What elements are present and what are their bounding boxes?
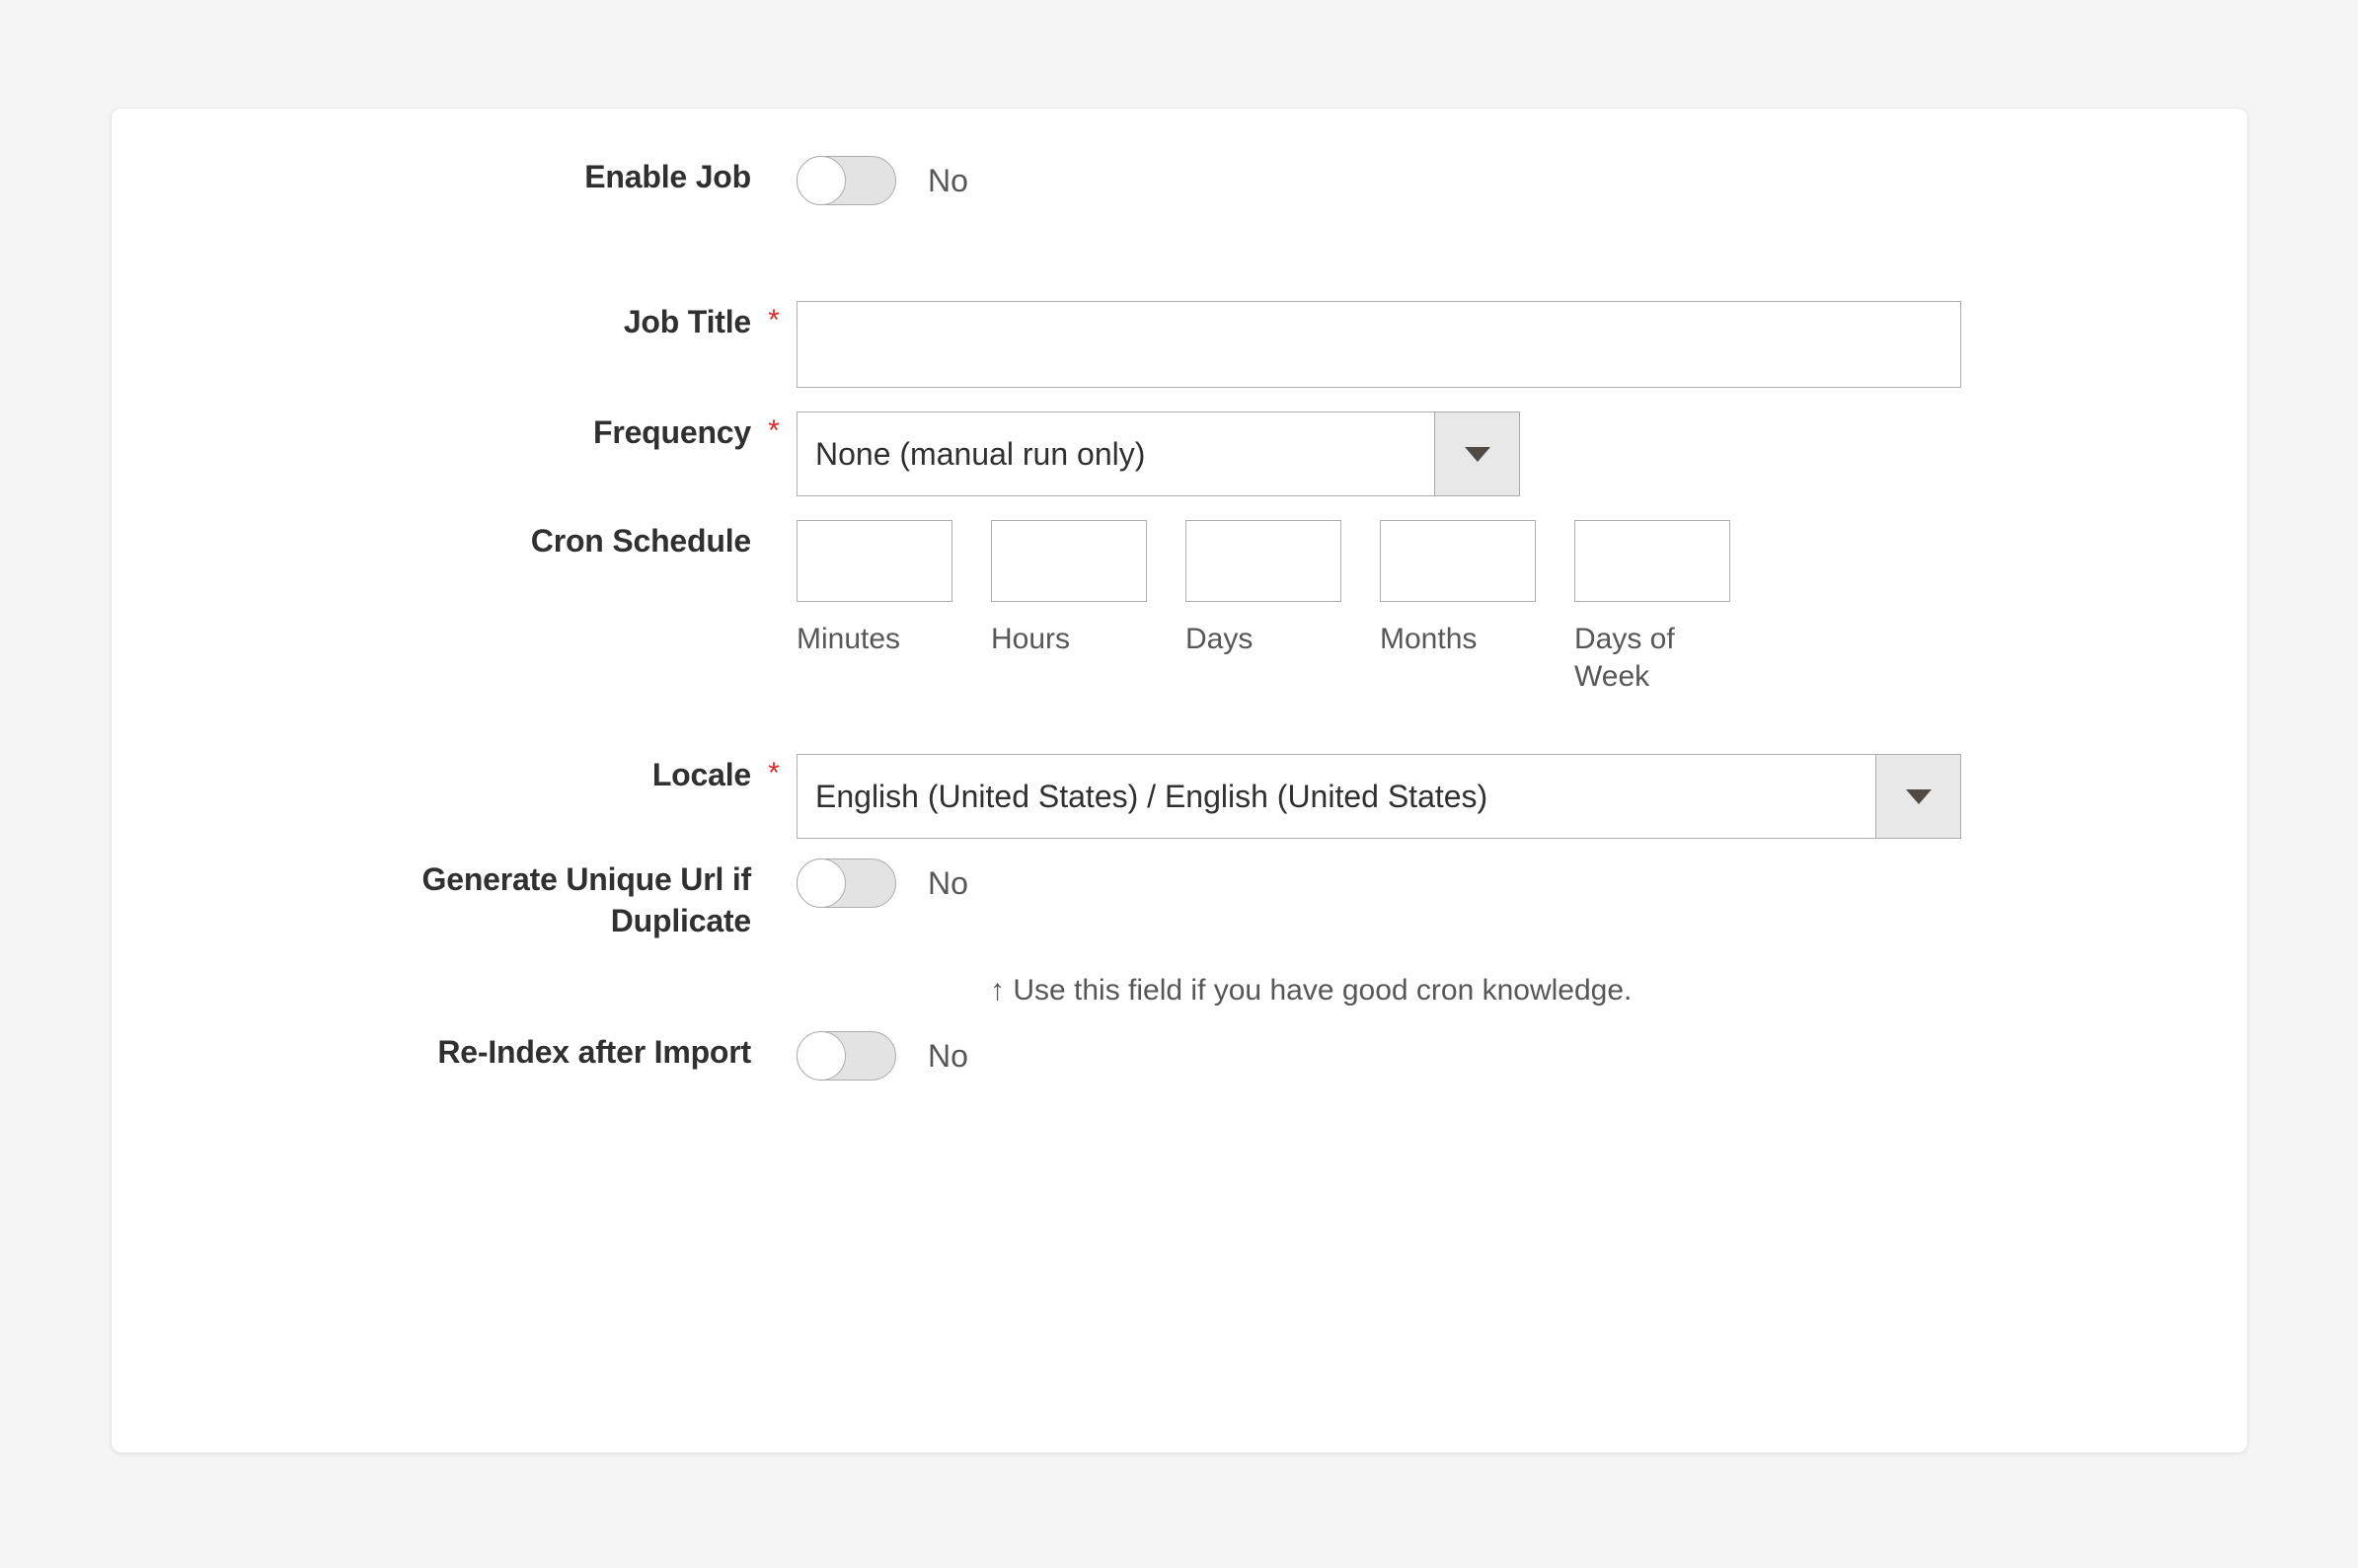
- cron-schedule-inputs: Minutes Hours Days Months Days of Week: [797, 520, 1730, 697]
- frequency-required-marker: *: [768, 414, 780, 447]
- enable-job-required-marker: *: [751, 156, 797, 195]
- reindex-after-import-toggle-row: No: [797, 1031, 968, 1081]
- generate-unique-url-toggle-state: No: [928, 865, 968, 901]
- cron-days-caption: Days: [1185, 623, 1254, 655]
- job-title-label: Job Title: [623, 304, 751, 339]
- job-title-label-column: Job Title: [112, 301, 751, 342]
- enable-job-toggle-row: No: [797, 156, 968, 205]
- cron-field-months: Months: [1380, 520, 1536, 697]
- job-title-field: [797, 301, 1961, 388]
- enable-job-toggle[interactable]: [797, 156, 896, 205]
- chevron-down-icon: [1905, 788, 1932, 804]
- locale-dropdown-button[interactable]: [1875, 755, 1960, 838]
- toggle-knob-icon: [797, 156, 846, 205]
- job-title-input[interactable]: [797, 301, 1961, 388]
- reindex-after-import-toggle[interactable]: [797, 1031, 896, 1081]
- cron-months-input[interactable]: [1380, 520, 1536, 602]
- enable-job-label: Enable Job: [584, 159, 751, 194]
- locale-required-marker: *: [768, 757, 780, 789]
- generate-unique-url-label: Generate Unique Url if Duplicate: [421, 861, 752, 939]
- locale-label: Locale: [651, 757, 751, 792]
- generate-unique-url-toggle-row: No: [797, 859, 968, 908]
- enable-job-field: No: [797, 156, 968, 205]
- locale-select[interactable]: English (United States) / English (Unite…: [797, 754, 1961, 839]
- locale-label-column: Locale: [112, 754, 751, 795]
- cron-schedule-field: Minutes Hours Days Months Days of Week: [797, 520, 1730, 697]
- reindex-after-import-label-column: Re-Index after Import: [112, 1031, 751, 1073]
- cron-days-input[interactable]: [1185, 520, 1341, 602]
- generate-unique-url-field: No: [797, 859, 968, 908]
- enable-job-label-column: Enable Job: [112, 156, 751, 197]
- cron-schedule-note: ↑ Use this field if you have good cron k…: [990, 974, 1633, 1007]
- generate-unique-url-label-column: Generate Unique Url if Duplicate: [112, 859, 752, 941]
- cron-hours-input[interactable]: [991, 520, 1147, 602]
- cron-minutes-input[interactable]: [797, 520, 952, 602]
- cron-field-minutes: Minutes: [797, 520, 952, 697]
- cron-field-days-of-week: Days of Week: [1574, 520, 1730, 697]
- form-row-generate-unique-url: Generate Unique Url if Duplicate * No: [112, 859, 2247, 941]
- cron-days-of-week-caption: Days of Week: [1574, 623, 1675, 694]
- cron-schedule-required-marker: *: [751, 520, 797, 560]
- reindex-after-import-label: Re-Index after Import: [437, 1034, 751, 1070]
- reindex-after-import-toggle-state: No: [928, 1038, 968, 1074]
- job-settings-card: Enable Job * No Job Title *: [112, 109, 2247, 1453]
- frequency-select[interactable]: None (manual run only): [797, 411, 1520, 496]
- cron-months-caption: Months: [1380, 623, 1478, 655]
- cron-field-days: Days: [1185, 520, 1341, 697]
- cron-schedule-label-column: Cron Schedule: [112, 520, 751, 561]
- page-root: Enable Job * No Job Title *: [0, 0, 2358, 1568]
- locale-field: English (United States) / English (Unite…: [797, 754, 1961, 839]
- form-row-reindex-after-import: Re-Index after Import * No: [112, 1031, 2247, 1081]
- cron-field-hours: Hours: [991, 520, 1147, 697]
- form-row-frequency: Frequency * None (manual run only): [112, 411, 2247, 496]
- toggle-knob-icon: [797, 1031, 846, 1081]
- cron-minutes-caption: Minutes: [797, 623, 901, 655]
- enable-job-toggle-state: No: [928, 163, 968, 198]
- reindex-after-import-required-marker: *: [751, 1031, 797, 1071]
- frequency-label: Frequency: [592, 414, 751, 450]
- locale-selected-value: English (United States) / English (Unite…: [815, 778, 1488, 814]
- cron-days-of-week-input[interactable]: [1574, 520, 1730, 602]
- generate-unique-url-toggle[interactable]: [797, 859, 896, 908]
- generate-unique-url-required-marker: *: [751, 859, 797, 898]
- frequency-field: None (manual run only): [797, 411, 1520, 496]
- reindex-after-import-field: No: [797, 1031, 968, 1081]
- frequency-selected-value: None (manual run only): [815, 435, 1146, 472]
- cron-hours-caption: Hours: [991, 623, 1071, 655]
- toggle-knob-icon: [797, 859, 846, 908]
- form-row-enable-job: Enable Job * No: [112, 156, 2247, 205]
- form-row-job-title: Job Title *: [112, 301, 2247, 388]
- chevron-down-icon: [1464, 446, 1490, 462]
- form-row-locale: Locale * English (United States) / Engli…: [112, 754, 2247, 839]
- frequency-dropdown-button[interactable]: [1434, 412, 1519, 495]
- form-row-cron-schedule: Cron Schedule * Minutes Hours Days: [112, 520, 2247, 697]
- job-title-required-marker: *: [768, 304, 780, 336]
- cron-schedule-label: Cron Schedule: [530, 523, 751, 559]
- frequency-label-column: Frequency: [112, 411, 751, 453]
